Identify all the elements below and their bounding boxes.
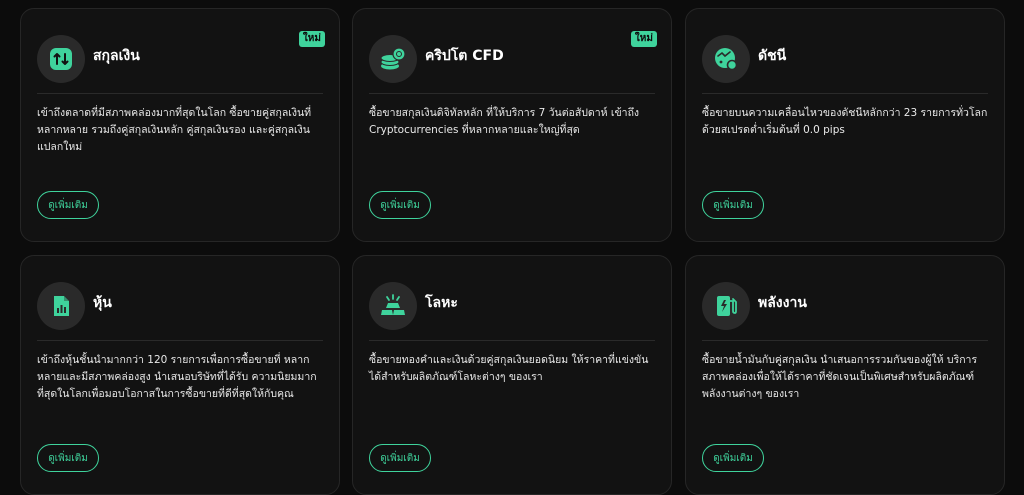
product-card-stocks: หุ้น เข้าถึงหุ้นชั้นนำมากกว่า 120 รายการ…	[20, 255, 340, 495]
see-more-button[interactable]: ดูเพิ่มเติม	[37, 191, 99, 219]
card-title: คริปโต CFD	[425, 48, 504, 64]
currency-exchange-icon	[37, 35, 85, 83]
fuel-pump-icon	[702, 282, 750, 330]
card-description: เข้าถึงหุ้นชั้นนำมากกว่า 120 รายการเพื่อ…	[37, 354, 317, 400]
card-description: เข้าถึงตลาดที่มีสภาพคล่องมากที่สุดในโลก …	[37, 107, 312, 153]
see-more-button[interactable]: ดูเพิ่มเติม	[369, 191, 431, 219]
product-card-metals: โลหะ ซื้อขายทองคำและเงินด้วยคู่สกุลเงินย…	[352, 255, 672, 495]
product-card-indices: ดัชนี ซื้อขายบนความเคลื่อนไหวของดัชนีหลั…	[685, 8, 1005, 242]
card-description: ซื้อขายน้ำมันกับคู่สกุลเงิน นำเสนอการรวม…	[702, 354, 978, 400]
card-description: ซื้อขายสกุลเงินดิจิทัลหลัก ที่ให้บริการ …	[369, 107, 640, 136]
stock-document-icon	[37, 282, 85, 330]
divider	[702, 93, 988, 94]
gold-bars-icon	[369, 282, 417, 330]
see-more-button[interactable]: ดูเพิ่มเติม	[702, 191, 764, 219]
product-card-crypto: คริปโต CFD ใหม่ ซื้อขายสกุลเงินดิจิทัลหล…	[352, 8, 672, 242]
divider	[702, 340, 988, 341]
card-description: ซื้อขายทองคำและเงินด้วยคู่สกุลเงินยอดนิย…	[369, 354, 649, 383]
card-title: ดัชนี	[758, 48, 787, 64]
divider	[37, 93, 323, 94]
new-badge: ใหม่	[630, 31, 657, 47]
card-description: ซื้อขายบนความเคลื่อนไหวของดัชนีหลักกว่า …	[702, 107, 988, 136]
divider	[369, 93, 655, 94]
card-title: สกุลเงิน	[93, 48, 140, 64]
card-title: โลหะ	[425, 295, 458, 311]
card-title: หุ้น	[93, 295, 112, 311]
see-more-button[interactable]: ดูเพิ่มเติม	[702, 444, 764, 472]
see-more-button[interactable]: ดูเพิ่มเติม	[369, 444, 431, 472]
product-card-energy: พลังงาน ซื้อขายน้ำมันกับคู่สกุลเงิน นำเส…	[685, 255, 1005, 495]
coins-icon	[369, 35, 417, 83]
divider	[369, 340, 655, 341]
see-more-button[interactable]: ดูเพิ่มเติม	[37, 444, 99, 472]
new-badge: ใหม่	[298, 31, 325, 47]
divider	[37, 340, 323, 341]
index-icon	[702, 35, 750, 83]
card-title: พลังงาน	[758, 295, 807, 311]
product-card-currency: สกุลเงิน ใหม่ เข้าถึงตลาดที่มีสภาพคล่องม…	[20, 8, 340, 242]
